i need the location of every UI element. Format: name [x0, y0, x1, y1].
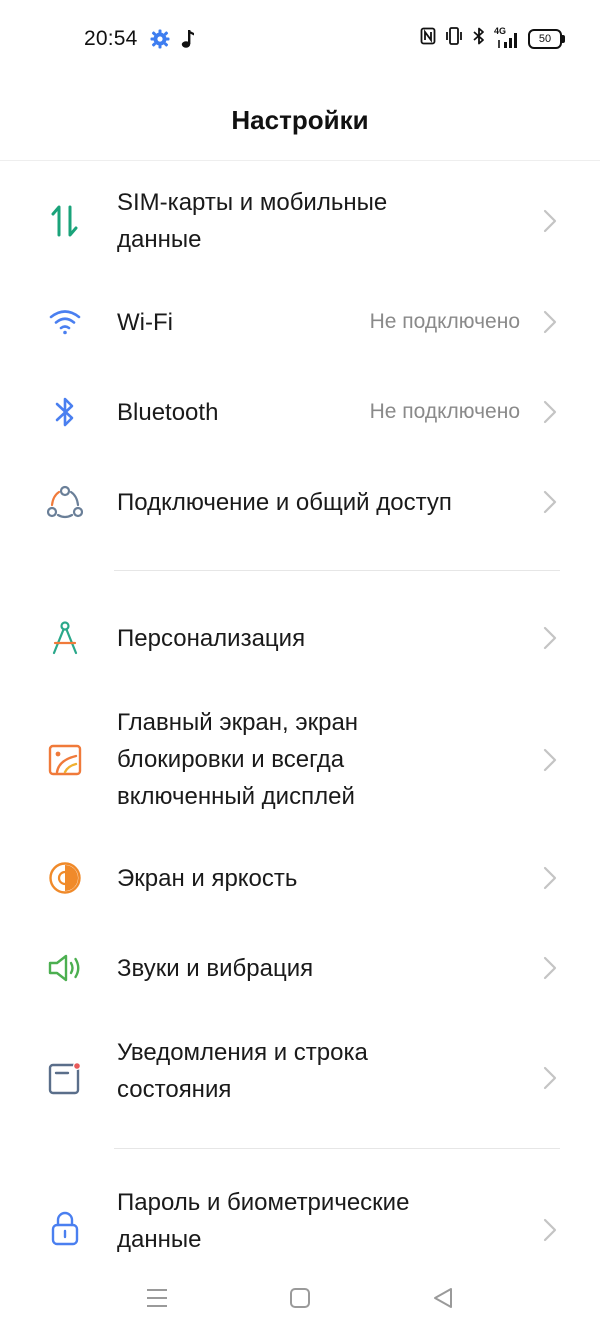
speaker-icon	[44, 947, 86, 989]
sim-data-icon	[44, 200, 86, 242]
wallpaper-icon	[44, 739, 86, 781]
signal-4g-icon: 4G	[494, 26, 520, 49]
settings-item-label: SIM-карты и мобильные данные	[117, 189, 388, 253]
lock-icon	[44, 1207, 86, 1249]
chevron-right-icon	[540, 745, 560, 775]
settings-item-wifi[interactable]: Wi-Fi Не подключено	[0, 282, 600, 362]
chevron-right-icon	[540, 863, 560, 893]
settings-item-label: Персонализация	[117, 625, 306, 652]
battery-level: 50	[538, 32, 552, 45]
nfc-icon	[420, 27, 436, 50]
section-divider	[114, 1148, 560, 1149]
settings-item-label: Главный экран, экран блокировки и всегда…	[117, 709, 359, 810]
settings-item-notifications[interactable]: Уведомления и строка состояния	[0, 1028, 600, 1128]
section-divider	[114, 570, 560, 571]
wifi-icon	[44, 301, 86, 343]
connection-share-icon	[44, 481, 86, 523]
navigation-bar	[0, 1268, 600, 1328]
chevron-right-icon	[540, 623, 560, 653]
chevron-right-icon	[540, 1063, 560, 1093]
settings-item-sim[interactable]: SIM-карты и мобильные данные	[0, 160, 600, 282]
settings-item-sounds[interactable]: Звуки и вибрация	[0, 928, 600, 1008]
brightness-icon	[44, 857, 86, 899]
status-bar: 20:54 4G 50	[0, 0, 600, 80]
chevron-right-icon	[540, 487, 560, 517]
settings-item-connection[interactable]: Подключение и общий доступ	[0, 462, 600, 542]
header: Настройки	[0, 80, 600, 161]
status-time: 20:54	[84, 27, 138, 50]
settings-item-label: Экран и яркость	[117, 865, 298, 892]
settings-item-label: Уведомления и строка состояния	[117, 1039, 368, 1103]
settings-item-label: Звуки и вибрация	[117, 955, 314, 982]
settings-item-personalization[interactable]: Персонализация	[0, 598, 600, 678]
vibrate-icon	[444, 27, 464, 50]
settings-item-bluetooth[interactable]: Bluetooth Не подключено	[0, 372, 600, 452]
notification-icon	[44, 1057, 86, 1099]
chevron-right-icon	[540, 307, 560, 337]
settings-item-label: Пароль и биометрические данные	[117, 1189, 410, 1253]
page-title: Настройки	[231, 104, 369, 135]
bluetooth-icon	[44, 391, 86, 433]
settings-item-label: Подключение и общий доступ	[117, 489, 452, 516]
settings-item-display[interactable]: Экран и яркость	[0, 838, 600, 918]
music-note-icon	[180, 29, 196, 54]
settings-item-password[interactable]: Пароль и биометрические данные	[0, 1170, 600, 1270]
home-icon[interactable]	[280, 1282, 320, 1314]
settings-item-home-screen[interactable]: Главный экран, экран блокировки и всегда…	[0, 690, 600, 830]
gear-icon	[150, 29, 170, 54]
chevron-right-icon	[540, 206, 560, 236]
menu-icon[interactable]	[137, 1282, 177, 1314]
chevron-right-icon	[540, 397, 560, 427]
chevron-right-icon	[540, 953, 560, 983]
chevron-right-icon	[540, 1215, 560, 1245]
compass-icon	[44, 617, 86, 659]
back-icon[interactable]	[423, 1282, 463, 1314]
settings-item-value: Не подключено	[369, 400, 520, 423]
bluetooth-icon	[472, 27, 486, 50]
settings-item-value: Не подключено	[369, 310, 520, 333]
battery-icon: 50	[528, 28, 565, 49]
